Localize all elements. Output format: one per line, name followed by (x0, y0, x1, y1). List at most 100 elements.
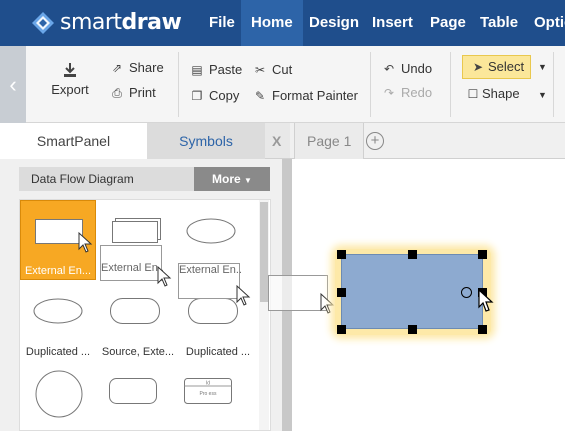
ribbon-divider (178, 52, 179, 117)
data-store-id-text: Id (206, 381, 210, 387)
ribbon-divider (553, 52, 554, 117)
ribbon-divider (370, 52, 371, 117)
resize-handle-w[interactable] (337, 288, 346, 297)
format-painter-label: Format Painter (272, 88, 358, 103)
symbol-grid-scrollbar[interactable] (259, 200, 269, 430)
data-store-shape: Id Pro ess (184, 378, 232, 404)
resize-handle-se[interactable] (478, 325, 487, 334)
side-panel-tabs: SmartPanel Symbols X (0, 123, 290, 159)
copy-icon: ❐ (191, 89, 203, 103)
menu-insert[interactable]: Insert (362, 0, 423, 46)
brand-light: smart (60, 10, 122, 35)
resize-handle-s[interactable] (408, 325, 417, 334)
paint-brush-icon: ✎ (254, 89, 266, 103)
cut-button[interactable]: ✂ Cut (253, 62, 292, 77)
symbol-library-panel: Data Flow Diagram More ▼ External En... (0, 159, 282, 431)
data-store-process-text: Pro ess (200, 391, 217, 397)
drag-cursor-icon (157, 265, 172, 287)
shape-label: Shape (482, 86, 520, 101)
export-label: Export (51, 82, 89, 97)
circle-shape (35, 370, 83, 418)
drag-ghost-shape (268, 275, 328, 311)
resize-handle-n[interactable] (408, 250, 417, 259)
resize-handle-ne[interactable] (478, 250, 487, 259)
symbol-rounded-process[interactable] (100, 360, 176, 431)
ribbon-collapse-chevron-icon[interactable]: ‹ (0, 46, 26, 123)
symbol-circle[interactable] (20, 360, 96, 431)
drag-cursor-icon (236, 284, 251, 306)
redo-label: Redo (401, 85, 433, 100)
select-tool-button[interactable]: ➤ Select (462, 55, 531, 79)
drag-ghost-label: External En... (101, 262, 163, 274)
undo-button[interactable]: ↶ Undo (382, 61, 432, 76)
duplicated-ellipse-shape (33, 298, 83, 324)
share-icon: ⇗ (111, 61, 123, 75)
undo-icon: ↶ (383, 62, 395, 76)
menu-page[interactable]: Page (420, 0, 476, 46)
tab-smartpanel[interactable]: SmartPanel (0, 123, 147, 159)
resize-handle-sw[interactable] (337, 325, 346, 334)
drag-cursor-icon (78, 231, 93, 253)
symbol-grid: External En... Duplicated ... Source, Ex… (19, 199, 271, 431)
select-dropdown-chevron-icon[interactable]: ▼ (538, 62, 547, 72)
document-tabs: Page 1 + (290, 123, 565, 159)
paste-icon: ▤ (191, 63, 203, 77)
cut-label: Cut (272, 62, 293, 77)
menu-table[interactable]: Table (470, 0, 528, 46)
rounded-rect-shadow-shape (188, 298, 238, 324)
shape-dropdown-chevron-icon[interactable]: ▼ (538, 90, 547, 100)
scrollbar-thumb[interactable] (260, 202, 268, 302)
symbol-label: Duplicated ... (185, 346, 251, 358)
print-label: Print (129, 85, 156, 100)
symbol-label: Source, Exte... (101, 346, 175, 358)
connector-point-circle-icon[interactable] (461, 287, 472, 298)
menu-options[interactable]: Optio (524, 0, 565, 46)
menu-file[interactable]: File (199, 0, 245, 46)
export-icon (64, 63, 76, 77)
ribbon-toolbar: ‹ Export ⇗ Share ⎙ Print ▤ Paste ❐ Copy ✂ Cut… (0, 46, 565, 123)
ribbon-divider (450, 52, 451, 117)
tab-symbols[interactable]: Symbols (147, 123, 265, 159)
mouse-pointer-icon (478, 288, 494, 312)
tab-page-1[interactable]: Page 1 (294, 123, 365, 159)
brand-name: smartdraw (60, 10, 182, 35)
close-panel-icon[interactable]: X (272, 123, 281, 159)
symbol-duplicated-process[interactable]: Duplicated ... (20, 280, 96, 360)
square-outline-icon: ☐ (467, 87, 479, 101)
rounded-rect-shape (109, 378, 157, 404)
add-page-plus-icon[interactable]: + (366, 132, 384, 150)
process-ellipse-shape (186, 218, 236, 244)
share-button[interactable]: ⇗ Share (110, 60, 164, 75)
drag-ghost-label: External En... (179, 264, 241, 276)
paste-button[interactable]: ▤ Paste (190, 62, 242, 77)
menu-design[interactable]: Design (299, 0, 369, 46)
menu-home[interactable]: Home (241, 0, 303, 46)
copy-button[interactable]: ❐ Copy (190, 88, 240, 103)
export-button[interactable]: Export (44, 62, 96, 97)
brand-bold: draw (121, 10, 182, 35)
smartdraw-logo-icon (32, 12, 54, 34)
rounded-rect-shape (110, 298, 160, 324)
more-label: More (212, 172, 241, 186)
shape-tool-button[interactable]: ☐ Shape (466, 86, 520, 101)
scissors-icon: ✂ (254, 63, 266, 77)
select-label: Select (488, 59, 525, 74)
copy-label: Copy (209, 88, 240, 103)
share-label: Share (129, 60, 164, 75)
symbol-label: Duplicated ... (25, 346, 91, 358)
format-painter-button[interactable]: ✎ Format Painter (253, 88, 358, 103)
symbol-source-external[interactable]: Source, Exte... (100, 280, 176, 360)
symbol-data-store[interactable]: Id Pro ess (180, 360, 256, 431)
undo-label: Undo (401, 61, 433, 76)
external-entity-shape (35, 219, 83, 244)
print-button[interactable]: ⎙ Print (110, 85, 156, 101)
drag-ghost: External En... (178, 263, 241, 299)
redo-button[interactable]: ↷ Redo (382, 85, 432, 100)
drag-cursor-icon (320, 292, 335, 314)
drag-ghost: External En... (100, 245, 163, 281)
more-button[interactable]: More ▼ (194, 167, 270, 191)
symbol-label: External En... (24, 265, 92, 277)
pointer-arrow-icon: ➤ (472, 60, 484, 74)
resize-handle-nw[interactable] (337, 250, 346, 259)
redo-icon: ↷ (383, 86, 395, 100)
